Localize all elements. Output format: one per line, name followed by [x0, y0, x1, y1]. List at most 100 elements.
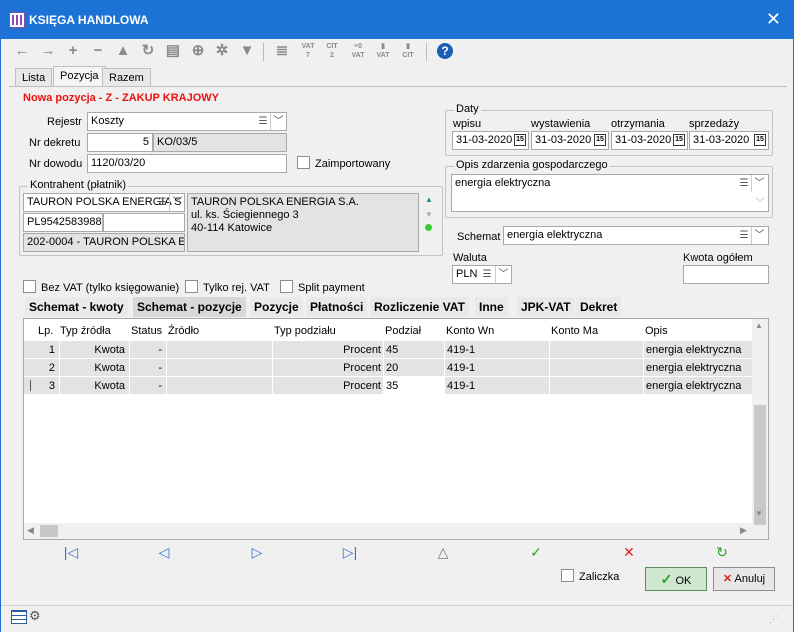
tab-pozycje[interactable]: Pozycje — [250, 297, 303, 317]
nr-dekretu-num[interactable]: 5 — [87, 133, 153, 152]
column-header[interactable]: Konto Wn — [446, 323, 494, 339]
scroll-thumb[interactable] — [40, 525, 58, 537]
column-header[interactable]: Lp. — [38, 323, 53, 339]
chevron-down-icon[interactable]: ﹀ — [751, 175, 767, 192]
next-record-icon[interactable]: ▷ — [247, 544, 267, 561]
table-row[interactable]: 1 Kwota - Procent 45 419-1 energia elekt… — [24, 341, 754, 359]
insert-record-icon[interactable]: △ — [433, 544, 453, 561]
list-icon[interactable]: ☰ — [737, 227, 751, 244]
chevron-down-icon[interactable]: ﹀ — [751, 227, 767, 244]
zoom-icon[interactable]: ⊕ — [189, 42, 207, 60]
chevron-down-icon[interactable]: ﹀ — [495, 266, 511, 283]
split-payment-checkbox[interactable] — [280, 280, 293, 293]
scroll-up-icon[interactable]: ▲ — [755, 321, 763, 330]
tab-lista[interactable]: Lista — [15, 68, 53, 86]
zaimportowany-checkbox[interactable] — [297, 156, 310, 169]
column-header[interactable]: Konto Ma — [551, 323, 598, 339]
cell-lp: 1 — [24, 341, 60, 359]
cancel-record-icon[interactable]: ✕ — [619, 544, 639, 561]
prev-record-icon[interactable]: ◁ — [154, 544, 174, 561]
down-arrow-icon[interactable]: ▼ — [425, 210, 433, 219]
tab-schemat-kwoty[interactable]: Schemat - kwoty — [25, 297, 128, 317]
tab-rozliczenie-vat[interactable]: Rozliczenie VAT — [370, 297, 469, 317]
confirm-record-icon[interactable]: ✓ — [526, 544, 546, 561]
last-record-icon[interactable]: ▷| — [340, 544, 360, 561]
chevron-down-icon[interactable]: ﹀ — [270, 113, 286, 130]
vat7-icon[interactable]: VAT 7 — [299, 42, 317, 62]
resize-grip-icon[interactable]: ⋰ — [769, 614, 778, 625]
ok-button[interactable]: ✓ OK — [645, 567, 707, 591]
column-header[interactable]: Status — [131, 323, 162, 339]
book-icon[interactable]: ≣ — [273, 42, 291, 60]
cell-podzial-edit[interactable]: 35 — [384, 377, 445, 395]
close-icon: ✕ — [722, 573, 733, 585]
bez-vat-checkbox[interactable] — [23, 280, 36, 293]
tab-razem[interactable]: Razem — [102, 68, 151, 86]
first-record-icon[interactable]: |◁ — [61, 544, 81, 561]
column-header[interactable]: Podział — [385, 323, 421, 339]
close-button[interactable]: ✕ — [766, 9, 781, 30]
cell-zrodlo — [167, 341, 273, 359]
print-icon[interactable]: ▤ — [164, 42, 182, 60]
tab-pozycja[interactable]: Pozycja — [53, 66, 106, 86]
list-icon[interactable]: ☰ — [256, 113, 270, 130]
data-grid[interactable]: Lp. Typ źródła Status Źródło Typ podział… — [23, 318, 769, 540]
minus-icon[interactable]: − — [89, 42, 107, 60]
address-line: ul. ks. Ściegiennego 3 — [191, 209, 299, 221]
calendar-icon[interactable]: 15 — [594, 134, 606, 146]
cit2-icon[interactable]: CIT 2 — [323, 42, 341, 62]
opis-field[interactable]: energia elektryczna — [451, 174, 769, 212]
scroll-left-icon[interactable]: ◀ — [27, 525, 34, 536]
table-row[interactable]: 3 Kwota - Procent 35 419-1 energia elekt… — [24, 377, 754, 395]
plus-icon[interactable]: + — [64, 42, 82, 60]
vat-icon-a[interactable]: ≡0 VAT — [349, 42, 367, 62]
vertical-scrollbar[interactable]: ▲ ▼ — [752, 319, 768, 539]
cancel-button[interactable]: ✕ Anuluj — [713, 567, 775, 591]
calendar-icon[interactable]: 15 — [754, 134, 766, 146]
tab-schemat-pozycje[interactable]: Schemat - pozycje — [133, 297, 246, 317]
filter-icon[interactable]: ▼ — [238, 42, 256, 60]
arrow-left-icon[interactable]: ← — [13, 42, 31, 60]
list-icon[interactable]: ☰ — [155, 194, 169, 211]
up-arrow-icon[interactable]: ▲ — [425, 195, 433, 204]
column-header[interactable]: Opis — [645, 323, 668, 339]
tab-inne[interactable]: Inne — [475, 297, 508, 317]
column-header[interactable]: Typ źródła — [60, 323, 111, 339]
column-header[interactable]: Źródło — [168, 323, 199, 339]
title-bar: KSIĘGA HANDLOWA ✕ — [1, 1, 793, 39]
chevron-down-icon[interactable]: ﹀ — [169, 194, 185, 211]
kontrahent-nip[interactable]: PL9542583988 — [23, 213, 103, 232]
tools-icon[interactable]: ✲ — [213, 42, 231, 60]
tab-dekret[interactable]: Dekret — [576, 297, 622, 317]
refresh-icon[interactable]: ↻ — [139, 42, 157, 60]
triangle-icon[interactable]: ▲ — [114, 42, 132, 60]
vat-icon-b[interactable]: ▮ VAT — [374, 42, 392, 62]
nr-dowodu-field[interactable]: 1120/03/20 — [87, 154, 287, 173]
cell-podzial: 20 — [384, 359, 445, 377]
calendar-icon[interactable]: 15 — [514, 134, 526, 146]
column-header[interactable]: Typ podziału — [274, 323, 336, 339]
table-icon[interactable] — [11, 610, 27, 624]
cell-opis: energia elektryczna — [644, 359, 754, 377]
chevron-down-icon[interactable]: ﹀ — [753, 195, 767, 212]
tab-jpk-vat[interactable]: JPK-VAT — [517, 297, 575, 317]
scroll-thumb[interactable] — [754, 405, 766, 525]
refresh-record-icon[interactable]: ↻ — [712, 544, 732, 561]
help-icon[interactable]: ? — [437, 43, 453, 59]
table-row[interactable]: 2 Kwota - Procent 20 419-1 energia elekt… — [24, 359, 754, 377]
list-icon[interactable]: ☰ — [737, 175, 751, 192]
calendar-icon[interactable]: 15 — [673, 134, 685, 146]
kwota-field[interactable] — [683, 265, 769, 284]
zaliczka-checkbox[interactable] — [561, 569, 574, 582]
tab-platnosci[interactable]: Płatności — [306, 297, 368, 317]
filter-settings-icon[interactable]: ⚙ — [29, 608, 41, 624]
scroll-right-icon[interactable]: ▶ — [740, 525, 747, 536]
schemat-field[interactable]: energia elektryczna — [503, 226, 769, 245]
kontrahent-extra[interactable] — [103, 213, 185, 232]
arrow-right-icon[interactable]: → — [39, 42, 57, 60]
list-icon[interactable]: ☰ — [480, 266, 494, 283]
tylko-rej-vat-checkbox[interactable] — [185, 280, 198, 293]
horizontal-scrollbar[interactable]: ◀ ▶ — [24, 523, 754, 539]
scroll-down-icon[interactable]: ▼ — [755, 509, 763, 518]
cit-icon-b[interactable]: ▮ CIT — [399, 42, 417, 62]
